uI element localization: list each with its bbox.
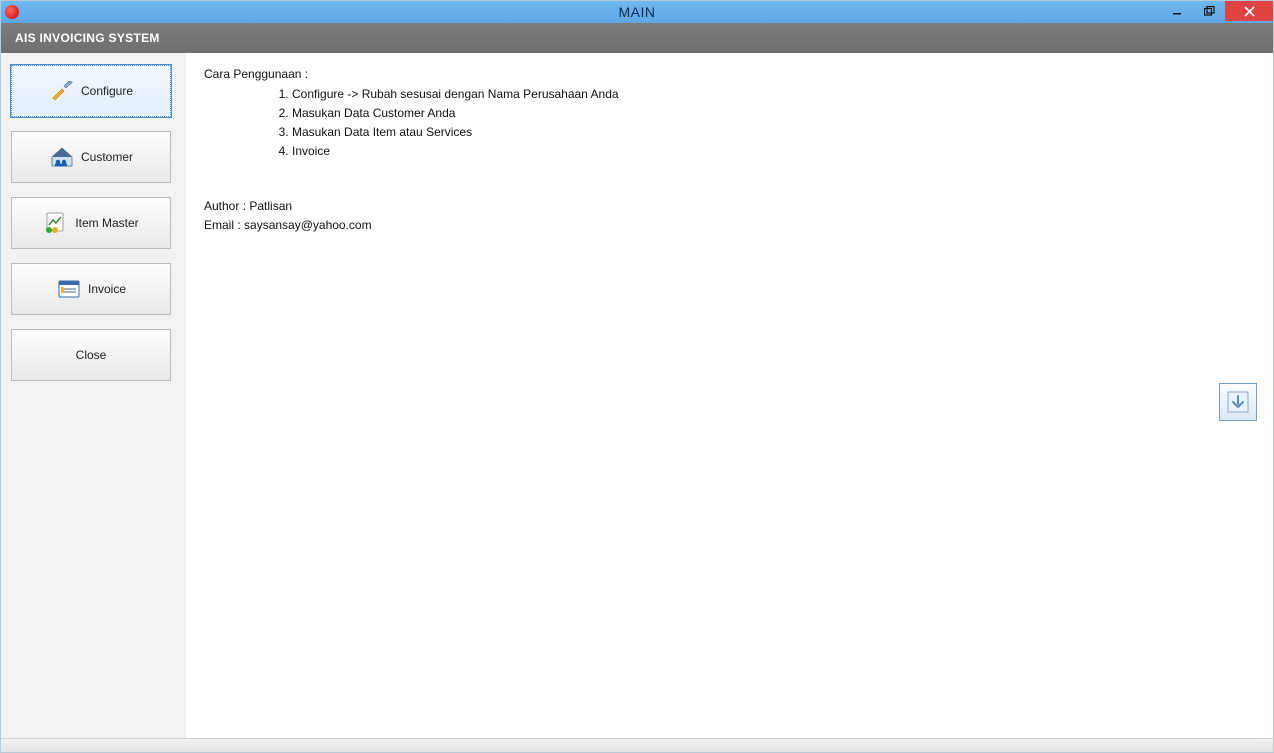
usage-heading: Cara Penggunaan : [204,67,1255,81]
usage-step: Masukan Data Customer Anda [292,104,1255,123]
close-window-button[interactable] [1225,1,1273,21]
minimize-button[interactable] [1161,1,1193,21]
usage-step: Invoice [292,142,1255,161]
form-icon [56,277,82,301]
author-name: Patlisan [249,199,292,213]
configure-button[interactable]: Configure [11,65,171,117]
usage-steps: Configure -> Rubah sesusai dengan Nama P… [292,85,1255,161]
item-master-label: Item Master [75,216,138,230]
download-button[interactable] [1219,383,1257,421]
customer-label: Customer [81,150,133,164]
house-people-icon [49,145,75,169]
arrow-down-icon [1227,391,1249,413]
status-bar [1,738,1273,752]
email-label: Email : [204,218,244,232]
maximize-icon [1204,6,1215,16]
close-button[interactable]: Close [11,329,171,381]
document-chart-icon [43,211,69,235]
sidebar: Configure Customer [1,53,186,738]
usage-step: Configure -> Rubah sesusai dengan Nama P… [292,85,1255,104]
main-window: MAIN AIS INVOICING SYSTEM [0,0,1274,753]
meta-info: Author : Patlisan Email : saysansay@yaho… [204,197,1255,235]
brand-label: AIS INVOICING SYSTEM [15,31,160,45]
customer-button[interactable]: Customer [11,131,171,183]
close-icon [1244,6,1255,17]
tools-icon [49,79,75,103]
content-panel: Cara Penggunaan : Configure -> Rubah ses… [186,53,1273,738]
close-label: Close [76,348,107,362]
email-line: Email : saysansay@yahoo.com [204,216,1255,235]
invoice-button[interactable]: Invoice [11,263,171,315]
ribbon-bar: AIS INVOICING SYSTEM [1,23,1273,53]
window-title: MAIN [1,4,1273,20]
author-label: Author : [204,199,249,213]
body-area: Configure Customer [1,53,1273,738]
invoice-label: Invoice [88,282,126,296]
author-line: Author : Patlisan [204,197,1255,216]
titlebar: MAIN [1,1,1273,23]
item-master-button[interactable]: Item Master [11,197,171,249]
usage-step: Masukan Data Item atau Services [292,123,1255,142]
window-controls [1161,1,1273,23]
minimize-icon [1172,6,1182,16]
maximize-button[interactable] [1193,1,1225,21]
email-value: saysansay@yahoo.com [244,218,372,232]
configure-label: Configure [81,84,133,98]
